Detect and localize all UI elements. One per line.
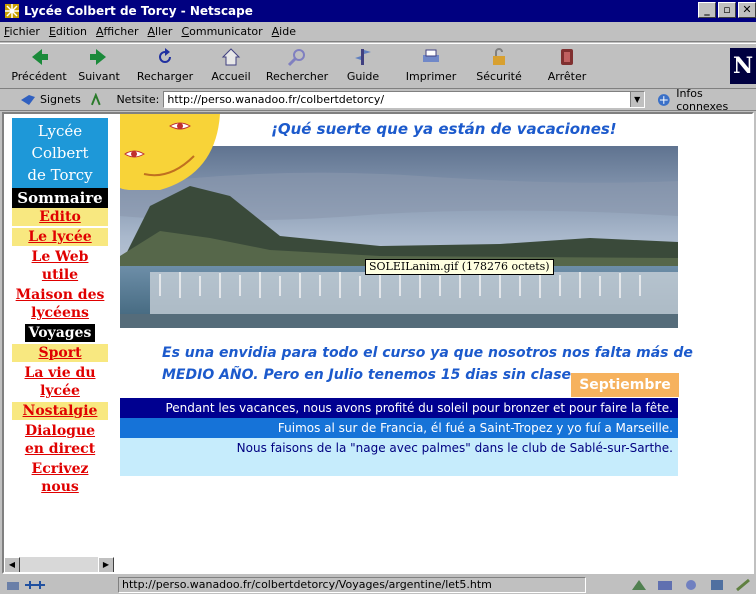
nav-item-la-vie-du-lycee[interactable]: La vie du lycée [18,364,102,402]
url-dropdown-icon[interactable]: ▼ [629,92,644,107]
newsgroups-component-icon[interactable] [682,578,700,592]
related-links-icon [657,93,670,106]
close-button[interactable]: ✕ [738,2,756,18]
nav-item-nostalgie[interactable]: Nostalgie [12,402,108,422]
nav-item-le-web-utile[interactable]: Le Web utile [30,248,90,286]
nav-item-maison-des-lyceens[interactable]: Maison des lycéens [15,286,105,324]
school-name-line-3: de Torcy [27,166,93,184]
related-links-label: Infos connexes [676,86,729,113]
menu-aller[interactable]: Aller [148,25,173,38]
status-text: http://perso.wanadoo.fr/colbertdetorcy/V… [118,577,586,593]
print-label: Imprimer [405,70,457,83]
nav-item-edito[interactable]: Edito [12,208,108,228]
text-line-3: Nous faisons de la "nage avec palmes" da… [120,438,678,476]
menu-afficher[interactable]: Afficher [96,25,138,38]
bookmarks-button[interactable]: Signets [20,93,81,107]
maximize-button[interactable]: ▫ [718,2,736,18]
component-bar [630,578,752,592]
security-label: Sécurité [476,70,522,83]
sun-animation-icon [120,114,220,190]
composer-component-icon[interactable] [734,578,752,592]
reload-label: Recharger [136,70,194,83]
scroll-left-icon[interactable]: ◀ [4,557,20,572]
search-icon [287,49,305,67]
security-status-icon[interactable] [6,579,20,591]
page-proxy-icon[interactable] [89,92,103,107]
location-bar: Signets Netsite: http://perso.wanadoo.fr… [0,87,756,113]
minimize-button[interactable]: _ [698,2,716,18]
scroll-right-icon[interactable]: ▶ [98,557,114,572]
menu-communicator[interactable]: Communicator [181,25,262,38]
nav-item-ecrivez-nous[interactable]: Ecrivez nous [25,460,95,498]
related-links-button[interactable]: Infos connexes [657,87,756,113]
bookmarks-label: Signets [40,93,81,106]
content-viewport: Lycée Colbert de Torcy Sommaire Edito Le… [2,112,754,574]
menu-bar: Fichier Edition Afficher Aller Communica… [0,22,756,42]
guide-label: Guide [346,70,380,83]
forward-arrow-icon [90,49,106,65]
reload-button[interactable]: Recharger [130,46,200,83]
navigator-component-icon[interactable] [630,578,648,592]
september-badge: Septiembre [571,373,679,397]
forward-button[interactable]: Suivant [64,46,134,83]
main-content-frame: ¡Qué suerte que ya están de vacaciones! … [116,114,752,572]
bookmark-icon [21,94,35,105]
left-nav-frame: Lycée Colbert de Torcy Sommaire Edito Le… [4,114,116,572]
nav-item-le-lycee[interactable]: Le lycée [12,228,108,248]
back-label: Précédent [11,70,67,83]
netscape-logo[interactable]: N [730,48,756,84]
print-button[interactable]: Imprimer [396,46,466,83]
school-name-line-1: Lycée [37,122,83,140]
guide-icon [355,49,371,65]
home-icon [221,48,241,66]
home-button[interactable]: Accueil [196,46,266,83]
menu-aide[interactable]: Aide [272,25,296,38]
guide-button[interactable]: Guide [328,46,398,83]
nav-item-voyages[interactable]: Voyages [25,324,95,344]
url-field[interactable]: http://perso.wanadoo.fr/colbertdetorcy/ … [163,91,645,108]
mail-component-icon[interactable] [656,578,674,592]
menu-edition[interactable]: Edition [49,25,87,38]
nav-list: Edito Le lycée Le Web utile Maison des l… [12,208,108,498]
security-button[interactable]: Sécurité [464,46,534,83]
search-button[interactable]: Rechercher [262,46,332,83]
summary-heading: Sommaire [12,188,108,208]
nav-item-sport[interactable]: Sport [12,344,108,364]
menu-fichier[interactable]: Fichier [4,25,40,38]
text-line-1: Pendant les vacances, nous avons profité… [120,398,678,418]
search-label: Rechercher [265,70,329,83]
school-name-box: Lycée Colbert de Torcy [12,118,108,188]
window-title: Lycée Colbert de Torcy - Netscape [24,4,253,18]
text-line-2: Fuimos al sur de Francia, él fué a Saint… [120,418,678,438]
stop-label: Arrêter [547,70,587,83]
address-book-component-icon[interactable] [708,578,726,592]
lock-icon [493,48,505,65]
connection-status-icon [25,581,45,589]
back-arrow-icon [32,49,48,65]
image-tooltip: SOLEILanim.gif (178276 octets) [365,259,554,275]
left-frame-scrollbar[interactable]: ◀ ▶ [4,556,114,572]
reload-icon [159,48,171,63]
home-label: Accueil [211,70,251,83]
page-headline: ¡Qué suerte que ya están de vacaciones! [271,120,617,138]
netsite-label: Netsite: [116,93,160,106]
navigation-toolbar: Précédent Suivant Recharger Accueil Rech… [0,43,756,89]
url-text: http://perso.wanadoo.fr/colbertdetorcy/ [167,93,385,106]
browser-window: Lycée Colbert de Torcy - Netscape _ ▫ ✕ … [0,0,756,594]
print-icon [423,49,439,62]
netscape-app-icon [5,4,19,18]
status-bar: http://perso.wanadoo.fr/colbertdetorcy/V… [0,576,756,594]
school-name-line-2: Colbert [31,144,89,162]
forward-label: Suivant [78,70,120,83]
nav-item-dialogue-en-direct[interactable]: Dialogue en direct [20,422,100,460]
stop-button[interactable]: Arrêter [532,46,602,83]
title-bar: Lycée Colbert de Torcy - Netscape _ ▫ ✕ [0,0,756,22]
stop-icon [561,49,573,65]
